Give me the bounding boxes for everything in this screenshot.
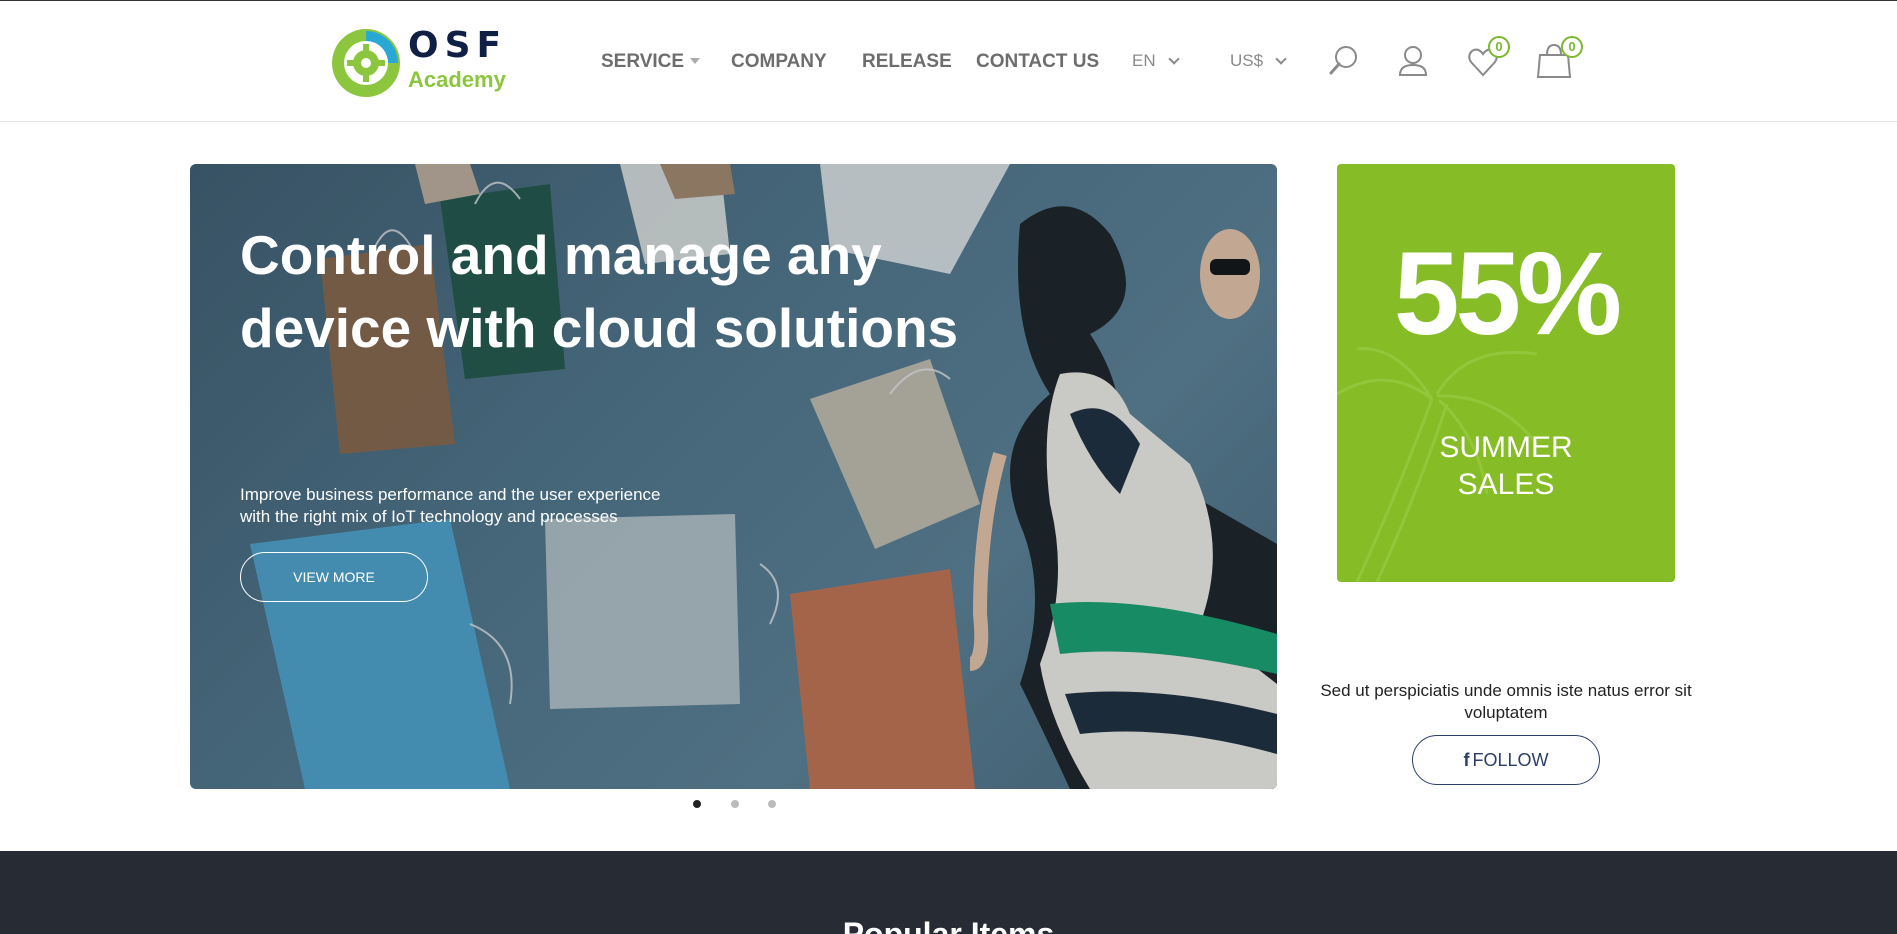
slider-dot-3[interactable] [768, 800, 776, 808]
search-icon[interactable] [1326, 41, 1362, 81]
follow-description-line-1: Sed ut perspiciatis unde omnis iste natu… [1320, 681, 1692, 700]
wishlist-count-badge: 0 [1488, 36, 1510, 58]
promo-line-2: SALES [1457, 468, 1555, 501]
logo[interactable]: OSF Academy [328, 25, 506, 101]
hero-description-line-2: with the right mix of IoT technology and… [240, 507, 618, 526]
hero-title: Control and manage any device with cloud… [240, 219, 1040, 365]
logo-gear-icon [332, 29, 400, 97]
language-select[interactable]: EN [1132, 51, 1180, 71]
promo-percent: 55% [1393, 228, 1622, 360]
currency-value: US$ [1230, 51, 1264, 70]
nav-company[interactable]: COMPANY [731, 51, 827, 73]
nav-service[interactable]: SERVICE [601, 51, 701, 73]
promo-line-1: SUMMER [1439, 431, 1573, 464]
hero-title-line-2: device with cloud solutions [240, 297, 959, 359]
slider-dots [690, 800, 780, 812]
summer-sales-banner[interactable]: 55% SUMMER SALES [1337, 164, 1675, 582]
logo-name: OSF [408, 25, 508, 66]
chevron-down-icon [1167, 53, 1180, 65]
hero-description-line-1: Improve business performance and the use… [240, 485, 661, 504]
nav-service-label: SERVICE [601, 51, 685, 72]
slider-dot-1[interactable] [693, 800, 701, 808]
view-more-button[interactable]: VIEW MORE [240, 552, 428, 602]
logo-sub: Academy [408, 67, 506, 92]
hero-slider: Control and manage any device with cloud… [190, 164, 1277, 789]
section-title: Popular Items [842, 916, 1055, 934]
hero-description: Improve business performance and the use… [240, 484, 710, 528]
cart-count-badge: 0 [1561, 36, 1583, 58]
facebook-follow-button[interactable]: f FOLLOW [1412, 735, 1600, 785]
site-header: OSF Academy SERVICE COMPANY RELEASE CONT… [0, 1, 1897, 122]
follow-label: FOLLOW [1472, 750, 1549, 770]
hero-title-line-1: Control and manage any [240, 224, 882, 286]
popular-items-section: Popular Items [0, 851, 1897, 934]
language-value: EN [1132, 51, 1156, 70]
nav-contact-us[interactable]: CONTACT US [976, 51, 1099, 73]
follow-description-line-2: voluptatem [1464, 703, 1548, 722]
currency-select[interactable]: US$ [1230, 51, 1287, 71]
follow-description: Sed ut perspiciatis unde omnis iste natu… [1300, 680, 1712, 724]
nav-release[interactable]: RELEASE [862, 51, 952, 73]
user-icon[interactable] [1396, 41, 1432, 81]
slider-dot-2[interactable] [731, 800, 739, 808]
promo-subtitle: SUMMER SALES [1337, 429, 1675, 503]
facebook-icon: f [1463, 750, 1470, 770]
chevron-down-icon [1275, 53, 1287, 65]
caret-down-icon [690, 58, 701, 64]
